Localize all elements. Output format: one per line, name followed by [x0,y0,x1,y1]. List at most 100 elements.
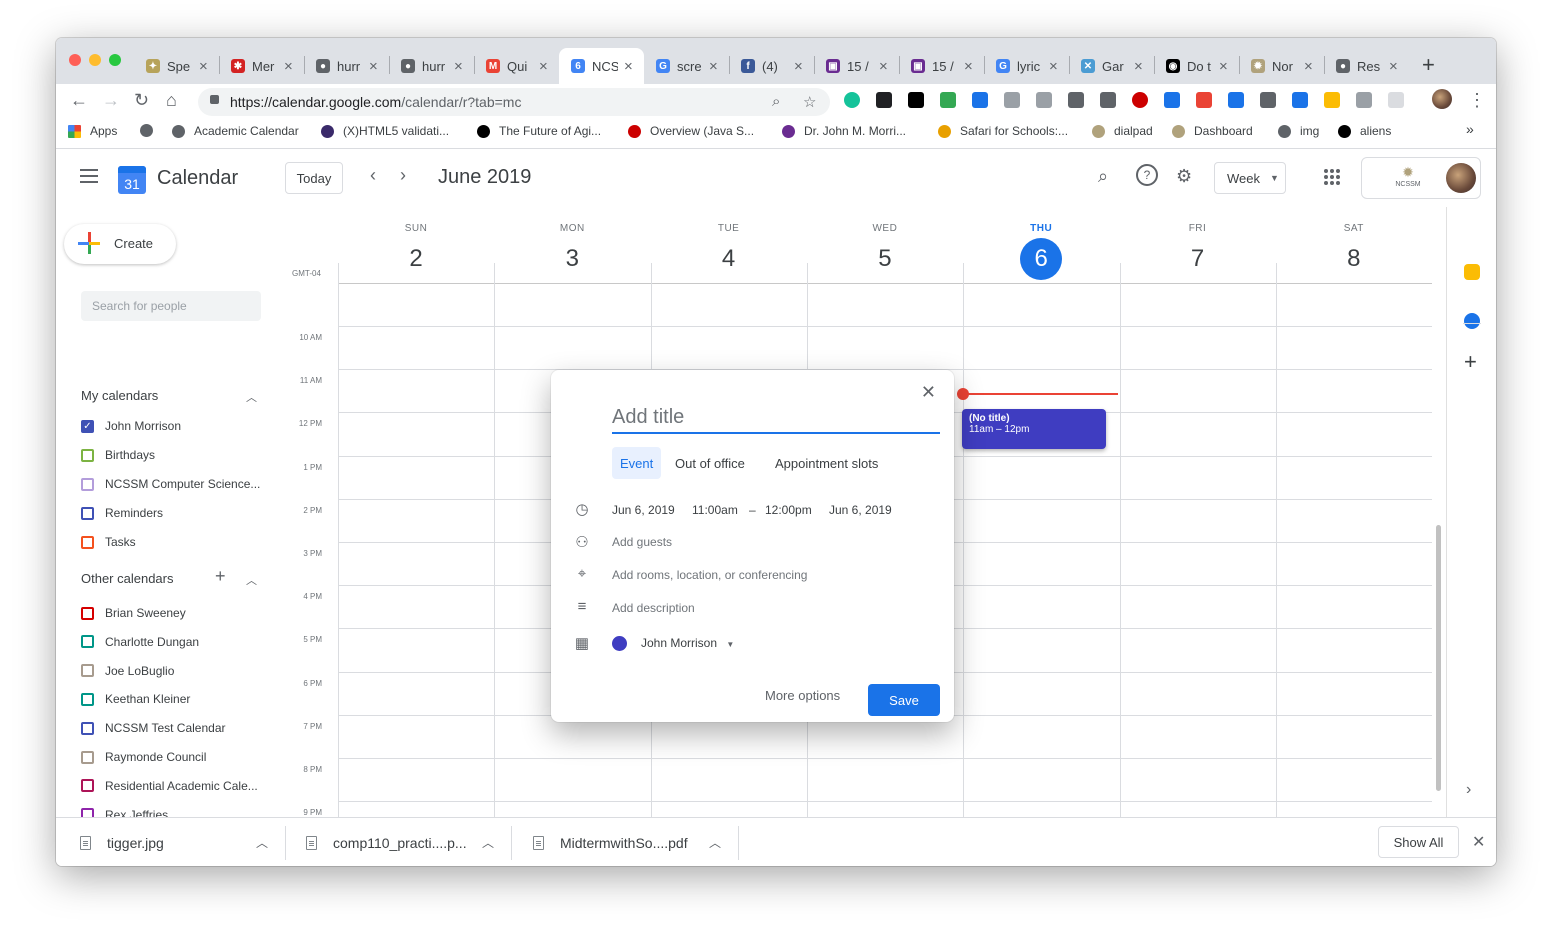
account-switcher[interactable]: NCSSM [1361,157,1481,199]
browser-tab[interactable]: ▣ 15 / × [814,48,899,84]
end-date[interactable]: Jun 6, 2019 [829,503,892,517]
tab-close-icon[interactable]: × [879,58,888,75]
extension-icon[interactable] [1388,92,1404,108]
browser-tab[interactable]: 6 NCS × [559,48,644,84]
calendar-checkbox[interactable] [81,606,94,620]
next-week-button[interactable]: › [400,165,406,186]
day-number[interactable]: 5 [864,238,906,280]
calendar-list-item[interactable]: Tasks [81,535,136,549]
bookmarks-overflow-icon[interactable]: » [1466,121,1474,137]
calendar-checkbox[interactable] [81,692,94,706]
tab-close-icon[interactable]: × [1389,58,1398,75]
tab-close-icon[interactable]: × [1134,58,1143,75]
calendar-selector[interactable]: John Morrison ▼ [641,636,734,650]
day-header[interactable]: WED 5 [807,207,963,280]
back-button[interactable]: ← [70,90,88,111]
day-number[interactable]: 6 [1020,238,1063,280]
tab-close-icon[interactable]: × [1304,58,1313,75]
calendar-list-item[interactable]: ✓ John Morrison [81,419,181,433]
tab-close-icon[interactable]: × [284,58,293,75]
calendar-list-item[interactable]: Raymonde Council [81,750,206,764]
browser-tab[interactable]: Glyric × [984,48,1069,84]
extension-icon[interactable] [1068,92,1084,108]
calendar-checkbox[interactable] [81,506,94,520]
tab-close-icon[interactable]: × [199,58,208,75]
chevron-up-icon[interactable]: ︿ [709,834,721,851]
bookmark-item[interactable]: dialpad [1092,124,1153,138]
bookmark-item[interactable]: The Future of Agi... [477,124,601,138]
day-header[interactable]: THU 6 [963,207,1119,280]
calendar-checkbox[interactable] [81,535,94,549]
calendar-logo[interactable]: 31 [118,166,146,194]
browser-tab[interactable]: ✕ Gar × [1069,48,1154,84]
day-number[interactable]: 7 [1177,238,1219,280]
address-bar[interactable]: https://calendar.google.com/calendar/r?t… [198,88,830,116]
event-title-input[interactable] [612,402,940,434]
calendar-list-item[interactable]: Birthdays [81,448,155,462]
bookmark-item[interactable]: Dashboard [1172,124,1253,138]
keep-icon[interactable] [1464,264,1480,280]
profile-avatar[interactable] [1432,89,1452,109]
calendar-list-item[interactable]: Charlotte Dungan [81,635,199,649]
reload-button[interactable]: ↻ [134,90,149,111]
bookmark-item[interactable]: (X)HTML5 validati... [321,124,449,138]
chevron-up-icon[interactable]: ︿ [256,834,268,851]
end-time[interactable]: 12:00pm [765,503,812,517]
calendar-list-item[interactable]: Keethan Kleiner [81,692,190,706]
download-item[interactable]: tigger.jpg ︿ [80,818,280,866]
bookmark-item[interactable] [140,124,162,137]
zoom-window-button[interactable] [109,54,121,66]
day-number[interactable]: 3 [551,238,593,280]
extension-icon[interactable] [1260,92,1276,108]
view-selector[interactable]: Week ▼ [1214,162,1286,194]
calendar-checkbox[interactable] [81,635,94,649]
tab-close-icon[interactable]: × [1219,58,1228,75]
download-item[interactable]: MidtermwithSo....pdf ︿ [533,818,733,866]
chevron-up-icon[interactable]: ︿ [482,834,494,851]
day-number[interactable]: 2 [395,238,437,280]
extension-icon[interactable] [908,92,924,108]
browser-tab[interactable]: f (4) × [729,48,814,84]
extension-icon[interactable] [876,92,892,108]
browser-tab[interactable]: ✦ Spe × [134,48,219,84]
new-tab-button[interactable]: + [1422,52,1435,78]
settings-gear-icon[interactable]: ⚙ [1176,166,1192,187]
browser-tab[interactable]: ● hurr × [304,48,389,84]
more-options-button[interactable]: More options [765,688,840,703]
draft-event[interactable]: (No title) 11am – 12pm [962,409,1106,449]
other-calendars-title[interactable]: Other calendars [81,571,174,586]
bookmark-item[interactable]: Safari for Schools:... [938,124,1068,138]
tab-close-icon[interactable]: × [369,58,378,75]
extension-icon[interactable] [1196,92,1212,108]
avatar[interactable] [1446,163,1476,193]
extension-icon[interactable] [1292,92,1308,108]
bookmark-item[interactable]: Overview (Java S... [628,124,754,138]
download-item[interactable]: comp110_practi....p... ︿ [306,818,506,866]
calendar-checkbox[interactable] [81,448,94,462]
browser-tab[interactable]: ▣ 15 / × [899,48,984,84]
bookmark-star-icon[interactable]: ☆ [803,93,816,111]
close-window-button[interactable] [69,54,81,66]
browser-tab[interactable]: ● Res × [1324,48,1409,84]
event-type-tab[interactable]: Event [612,447,662,479]
url-text[interactable]: https://calendar.google.com/calendar/r?t… [230,94,521,110]
browser-tab[interactable]: Gscre × [644,48,729,84]
tasks-icon[interactable] [1464,313,1480,329]
close-icon[interactable]: ✕ [921,382,936,403]
search-people-input[interactable]: Search for people [81,291,261,321]
tab-close-icon[interactable]: × [794,58,803,75]
bookmark-item[interactable]: Dr. John M. Morri... [782,124,906,138]
extension-icon[interactable] [1324,92,1340,108]
tab-close-icon[interactable]: × [964,58,973,75]
add-calendar-icon[interactable]: + [215,566,226,587]
browser-tab[interactable]: ✱ Mer × [219,48,304,84]
bookmark-item[interactable]: img [1278,124,1319,138]
extension-icon[interactable] [1036,92,1052,108]
calendar-checkbox[interactable] [81,750,94,764]
expand-panel-chevron-icon[interactable]: › [1466,781,1471,799]
extension-icon[interactable] [972,92,988,108]
search-icon[interactable]: ⌕ [1098,166,1108,187]
start-time[interactable]: 11:00am [692,503,738,517]
add-addon-icon[interactable]: + [1464,349,1477,375]
extension-icon[interactable] [1004,92,1020,108]
